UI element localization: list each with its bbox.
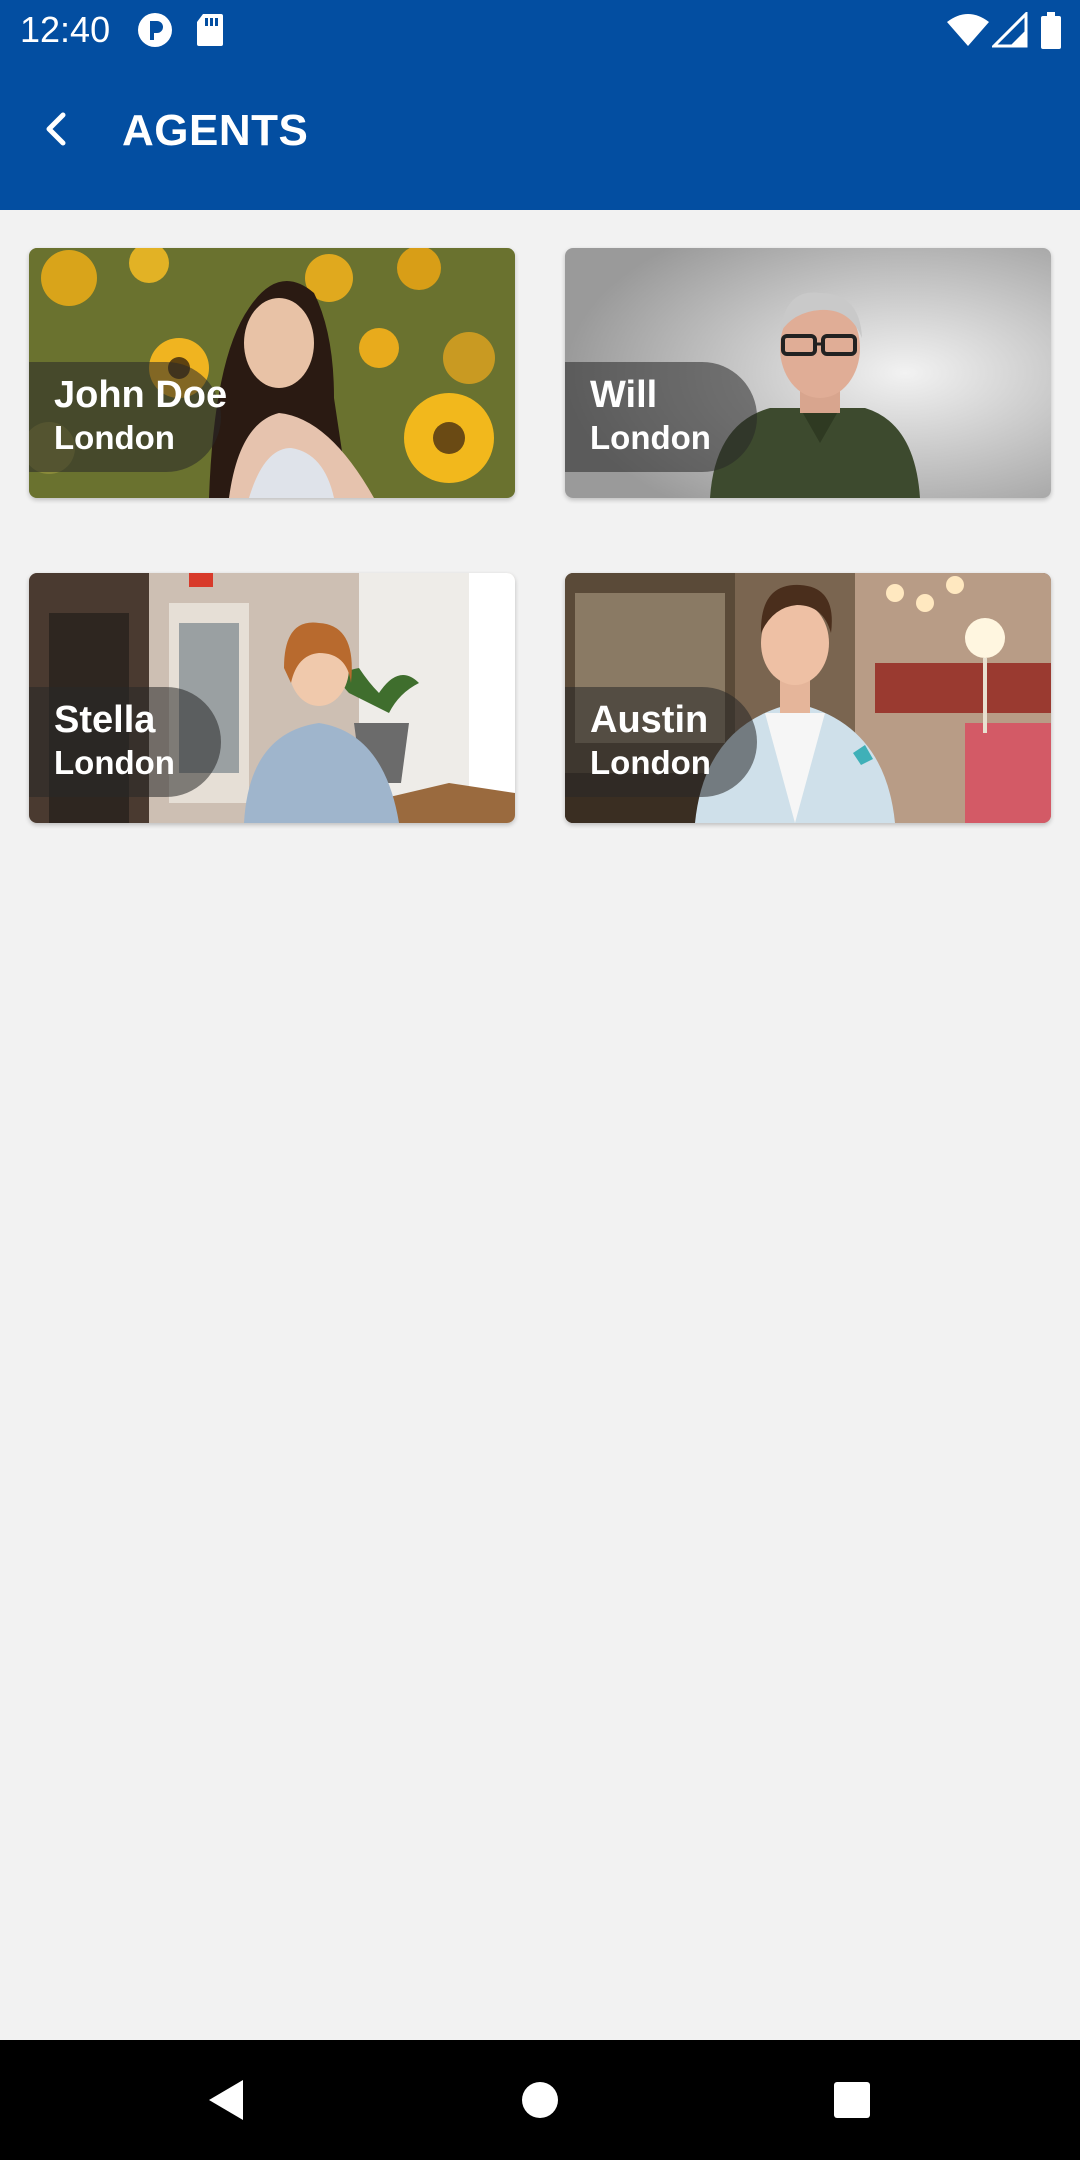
agent-card[interactable]: Will London — [565, 248, 1051, 498]
system-nav-bar — [0, 2040, 1080, 2160]
status-bar: 12:40 — [0, 0, 1080, 62]
p-app-icon — [137, 12, 173, 53]
battery-icon — [1040, 12, 1062, 55]
agent-card[interactable]: John Doe London — [29, 248, 515, 498]
agent-city: London — [590, 419, 711, 456]
back-triangle-icon[interactable] — [195, 2070, 255, 2130]
home-circle-icon[interactable] — [510, 2070, 570, 2130]
sd-card-icon — [195, 12, 225, 53]
agent-card[interactable]: Stella London — [29, 573, 515, 823]
top-bar: 12:40 AGENTS — [0, 0, 1080, 210]
status-time: 12:40 — [20, 9, 111, 50]
agent-card[interactable]: Austin London — [565, 573, 1051, 823]
agent-city: London — [54, 419, 175, 456]
app-bar: AGENTS — [0, 62, 1080, 210]
page-title: AGENTS — [122, 106, 309, 155]
agent-name: Will — [590, 374, 658, 416]
recents-square-icon[interactable] — [822, 2070, 882, 2130]
wifi-icon — [946, 12, 990, 53]
agent-city: London — [54, 744, 175, 781]
back-arrow-icon[interactable] — [28, 100, 86, 158]
signal-icon — [990, 10, 1028, 53]
agent-name: John Doe — [54, 374, 228, 416]
agent-name: Stella — [54, 699, 156, 741]
agent-city: London — [590, 744, 711, 781]
agent-name: Austin — [590, 699, 709, 741]
